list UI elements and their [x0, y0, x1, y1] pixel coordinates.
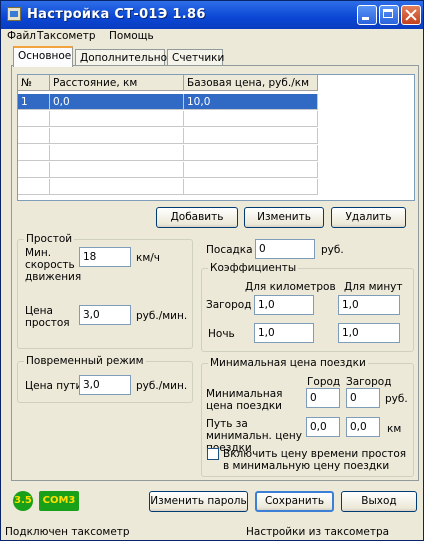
app-icon — [7, 7, 21, 21]
tab-main[interactable]: Основное — [13, 46, 73, 67]
settings-window: Настройка СТ-01Э 1.86 Файл Таксометр Пом… — [0, 0, 424, 541]
idle-price-unit: руб./мин. — [136, 310, 188, 322]
coefficient-row-label-night: Ночь — [208, 328, 235, 340]
min-price-legend: Минимальная цена поездки — [208, 357, 368, 369]
cell-distance[interactable] — [50, 162, 184, 178]
min-speed-label: Мин. скорость движения — [25, 247, 82, 283]
taximeter-version-badge: 3.5 — [13, 491, 33, 511]
coefficients-legend: Коэффициенты — [208, 262, 299, 274]
com-port-badge: COM3 — [39, 491, 79, 511]
minimize-button[interactable] — [357, 5, 377, 25]
min-path-city-input[interactable]: 0,0 — [306, 417, 340, 437]
menu-bar: Файл Таксометр Помощь — [1, 29, 423, 45]
delete-button[interactable]: Удалить — [331, 207, 406, 228]
table-row[interactable]: 1 0,0 10,0 — [18, 94, 318, 110]
window-title: Настройка СТ-01Э 1.86 — [27, 7, 206, 22]
cell-number[interactable] — [18, 128, 50, 144]
min-price-label: Минимальная цена поездки — [206, 388, 283, 412]
min-price-unit: руб. — [385, 393, 408, 405]
status-settings-source: Настройки из таксометра — [246, 526, 390, 538]
cell-base-price[interactable] — [184, 179, 318, 195]
idle-price-input[interactable]: 3,0 — [79, 305, 131, 325]
include-idle-label[interactable]: Включить цену времени простоя в минималь… — [223, 448, 409, 472]
cell-number[interactable] — [18, 145, 50, 161]
column-header-distance[interactable]: Расстояние, км — [50, 75, 184, 91]
idle-price-label: Цена простоя — [25, 305, 70, 329]
menu-help[interactable]: Помощь — [109, 30, 154, 42]
night-min-coefficient-input[interactable]: 1,0 — [338, 323, 400, 343]
time-mode-legend: Повременный режим — [24, 355, 146, 367]
close-button[interactable] — [401, 5, 421, 25]
suburb-min-coefficient-input[interactable]: 1,0 — [338, 295, 400, 315]
cell-distance[interactable] — [50, 128, 184, 144]
title-bar[interactable]: Настройка СТ-01Э 1.86 — [1, 1, 423, 29]
min-price-suburb-input[interactable]: 0 — [346, 388, 380, 408]
min-price-col-suburb: Загород — [346, 376, 392, 388]
cell-number[interactable] — [18, 111, 50, 127]
cell-base-price[interactable] — [184, 128, 318, 144]
boarding-input[interactable]: 0 — [255, 239, 315, 259]
change-password-button[interactable]: Изменить пароль — [149, 491, 248, 512]
maximize-button[interactable] — [379, 5, 399, 25]
tab-counters[interactable]: Счетчики — [167, 49, 224, 66]
table-row[interactable] — [18, 111, 318, 127]
menu-file[interactable]: Файл — [7, 30, 36, 42]
min-speed-unit: км/ч — [136, 252, 161, 264]
night-km-coefficient-input[interactable]: 1,0 — [254, 323, 314, 343]
tab-additional[interactable]: Дополнительное — [75, 49, 174, 66]
cell-base-price[interactable]: 10,0 — [184, 94, 318, 110]
boarding-unit: руб. — [321, 244, 344, 256]
column-header-number[interactable]: № — [18, 75, 50, 91]
idle-legend: Простой — [24, 233, 75, 245]
cell-distance[interactable] — [50, 111, 184, 127]
boarding-label: Посадка — [206, 244, 253, 256]
cell-distance[interactable]: 0,0 — [50, 94, 184, 110]
cell-distance[interactable] — [50, 145, 184, 161]
menu-taximeter[interactable]: Таксометр — [37, 30, 96, 42]
table-row[interactable] — [18, 179, 318, 195]
table-row[interactable] — [18, 145, 318, 161]
min-path-unit: км — [387, 423, 402, 435]
path-price-unit: руб./мин. — [136, 380, 188, 392]
tariff-table[interactable]: № Расстояние, км Базовая цена, руб./км 1… — [17, 74, 415, 201]
cell-number[interactable] — [18, 162, 50, 178]
cell-base-price[interactable] — [184, 111, 318, 127]
table-row[interactable] — [18, 128, 318, 144]
cell-base-price[interactable] — [184, 162, 318, 178]
edit-button[interactable]: Изменить — [244, 207, 324, 228]
cell-distance[interactable] — [50, 179, 184, 195]
coefficient-row-label-suburb: Загород — [206, 299, 252, 311]
add-button[interactable]: Добавить — [156, 207, 238, 228]
exit-button[interactable]: Выход — [341, 491, 417, 512]
table-header: № Расстояние, км Базовая цена, руб./км — [18, 75, 318, 91]
coefficients-col-km: Для километров — [245, 281, 336, 293]
min-speed-input[interactable]: 18 — [79, 247, 131, 267]
coefficients-col-min: Для минут — [344, 281, 403, 293]
status-connection: Подключен таксометр — [5, 526, 130, 538]
status-bar: Подключен таксометр Настройки из таксоме… — [1, 523, 423, 541]
min-price-col-city: Город — [307, 376, 341, 388]
min-path-suburb-input[interactable]: 0,0 — [346, 417, 380, 437]
min-price-city-input[interactable]: 0 — [306, 388, 340, 408]
path-price-label: Цена пути — [25, 380, 83, 392]
path-price-input[interactable]: 3,0 — [79, 375, 131, 395]
cell-base-price[interactable] — [184, 145, 318, 161]
cell-number[interactable]: 1 — [18, 94, 50, 110]
column-header-base-price[interactable]: Базовая цена, руб./км — [184, 75, 318, 91]
save-button[interactable]: Сохранить — [255, 491, 334, 512]
cell-number[interactable] — [18, 179, 50, 195]
suburb-km-coefficient-input[interactable]: 1,0 — [254, 295, 314, 315]
include-idle-checkbox[interactable] — [207, 448, 219, 460]
table-row[interactable] — [18, 162, 318, 178]
